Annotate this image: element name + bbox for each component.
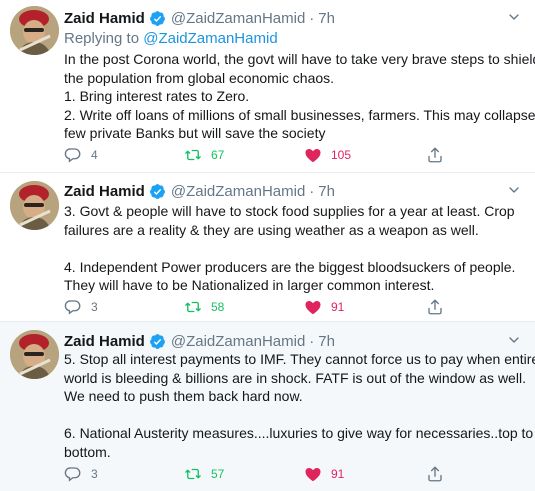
tweet-header: Zaid Hamid @ZaidZamanHamid · 7h bbox=[64, 8, 335, 28]
share-button[interactable] bbox=[426, 296, 444, 318]
tweet-line bbox=[64, 406, 524, 425]
verified-badge-icon bbox=[149, 183, 166, 200]
author-name[interactable]: Zaid Hamid bbox=[64, 183, 145, 200]
author-handle[interactable]: @ZaidZamanHamid bbox=[171, 333, 305, 350]
retweet-button[interactable]: 67 bbox=[184, 144, 224, 166]
tweet-line: They will have to be Nationalized in lar… bbox=[64, 277, 435, 294]
tweet-line: few private Banks but will save the soci… bbox=[64, 125, 326, 142]
share-icon bbox=[428, 147, 442, 163]
tweet-line: 5. Stop all interest payments to IMF. Th… bbox=[64, 351, 535, 367]
separator: · bbox=[309, 332, 315, 350]
tweet-line: the population from global economic chao… bbox=[64, 69, 335, 86]
reply-button[interactable]: 3 bbox=[64, 463, 98, 485]
retweet-button[interactable]: 57 bbox=[184, 463, 224, 485]
separator: · bbox=[309, 182, 315, 200]
tweet-line: We need to push them back hard now. bbox=[64, 388, 303, 405]
reply-button[interactable]: 3 bbox=[64, 296, 98, 318]
tweet-actions: 3 58 91 bbox=[60, 296, 460, 318]
like-button[interactable]: 91 bbox=[304, 296, 344, 318]
reply-count: 3 bbox=[91, 300, 98, 314]
tweet-actions: 4 67 105 bbox=[60, 144, 460, 166]
tweet-header: Zaid Hamid @ZaidZamanHamid · 7h bbox=[64, 331, 335, 351]
tweet-line: 1. Bring interest rates to Zero. bbox=[64, 88, 250, 105]
retweet-count: 57 bbox=[211, 467, 225, 481]
retweet-icon bbox=[185, 468, 201, 480]
retweet-count: 58 bbox=[211, 300, 225, 314]
heart-icon bbox=[305, 468, 321, 482]
like-count: 91 bbox=[331, 467, 345, 481]
tweet-line: world is bleeding & billions are in shoc… bbox=[64, 369, 526, 386]
reply-button[interactable]: 4 bbox=[64, 144, 98, 166]
tweet-line: 3. Govt & people will have to stock food… bbox=[64, 203, 515, 219]
avatar[interactable] bbox=[10, 6, 59, 55]
verified-badge-icon bbox=[149, 10, 166, 27]
tweet-line bbox=[64, 239, 524, 258]
like-count: 105 bbox=[331, 148, 352, 162]
tweet-line: failures are a reality & they are using … bbox=[64, 221, 479, 238]
tweet-line: 6. National Austerity measures....luxuri… bbox=[64, 425, 534, 442]
share-icon bbox=[428, 466, 442, 482]
share-button[interactable] bbox=[426, 463, 444, 485]
reply-count: 3 bbox=[91, 467, 98, 481]
like-count: 91 bbox=[331, 300, 345, 314]
timestamp[interactable]: 7h bbox=[318, 333, 335, 350]
tweet-actions: 3 57 91 bbox=[60, 463, 460, 485]
tweet-text: In the post Corona world, the govt will … bbox=[64, 50, 535, 143]
caret-down-icon[interactable] bbox=[503, 179, 525, 201]
reply-icon bbox=[64, 300, 81, 315]
timestamp[interactable]: 7h bbox=[318, 183, 335, 200]
retweet-icon bbox=[185, 301, 201, 313]
replying-mention[interactable]: @ZaidZamanHamid bbox=[143, 30, 277, 47]
retweet-icon bbox=[185, 149, 201, 161]
caret-down-icon[interactable] bbox=[503, 329, 525, 351]
like-button[interactable]: 105 bbox=[304, 144, 351, 166]
share-button[interactable] bbox=[426, 144, 444, 166]
heart-icon bbox=[305, 149, 321, 163]
author-name[interactable]: Zaid Hamid bbox=[64, 333, 145, 350]
separator: · bbox=[309, 9, 315, 27]
timestamp[interactable]: 7h bbox=[318, 10, 335, 27]
retweet-count: 67 bbox=[211, 148, 225, 162]
heart-icon bbox=[305, 301, 321, 315]
verified-badge-icon bbox=[149, 333, 166, 350]
author-handle[interactable]: @ZaidZamanHamid bbox=[171, 10, 305, 27]
author-handle[interactable]: @ZaidZamanHamid bbox=[171, 183, 305, 200]
reply-icon bbox=[64, 467, 81, 482]
tweet-thread: Zaid Hamid @ZaidZamanHamid · 7h Replying… bbox=[0, 0, 535, 491]
replying-to: Replying to @ZaidZamanHamid bbox=[64, 30, 278, 47]
share-icon bbox=[428, 299, 442, 315]
caret-down-icon[interactable] bbox=[503, 6, 525, 28]
tweet-line: 2. Write off loans of millions of small … bbox=[64, 106, 535, 123]
tweet-text: 3. Govt & people will have to stock food… bbox=[64, 202, 524, 295]
tweet-line: bottom. bbox=[64, 443, 111, 460]
replying-prefix: Replying to bbox=[64, 30, 140, 47]
reply-count: 4 bbox=[91, 148, 98, 162]
avatar[interactable] bbox=[10, 330, 59, 379]
tweet-line: In the post Corona world, the govt will … bbox=[64, 51, 535, 67]
avatar[interactable] bbox=[10, 181, 59, 230]
reply-icon bbox=[64, 148, 81, 163]
retweet-button[interactable]: 58 bbox=[184, 296, 224, 318]
tweet-text: 5. Stop all interest payments to IMF. Th… bbox=[64, 350, 535, 462]
author-name[interactable]: Zaid Hamid bbox=[64, 10, 145, 27]
like-button[interactable]: 91 bbox=[304, 463, 344, 485]
tweet-line: 4. Independent Power producers are the b… bbox=[64, 258, 516, 275]
tweet-header: Zaid Hamid @ZaidZamanHamid · 7h bbox=[64, 181, 335, 201]
